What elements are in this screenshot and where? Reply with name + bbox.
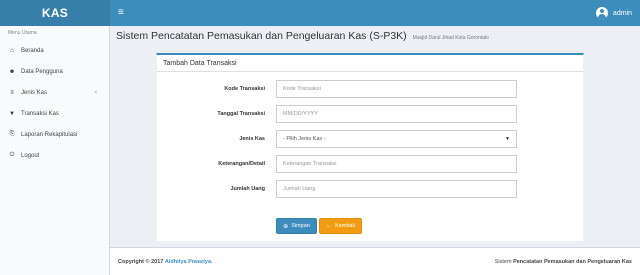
jumlah-uang-input[interactable]: Jumlah Uang bbox=[276, 180, 517, 198]
kode-transaksi-input[interactable]: Kode Transaksi bbox=[276, 80, 517, 98]
sidebar-header: Menu Utama bbox=[8, 30, 37, 36]
main-content: Sistem Pencatatan Pemasukan dan Pengelua… bbox=[110, 26, 640, 247]
sidebar-item-jenis-kas[interactable]: ≡ Jenis Kas ‹ bbox=[0, 82, 109, 103]
sidebar-item-data-pengguna[interactable]: ☻ Data Pengguna bbox=[0, 61, 109, 82]
user-menu[interactable]: admin bbox=[595, 7, 632, 19]
page-subtitle: Masjid Darul Jihad Kota Gorontalo bbox=[412, 35, 489, 41]
sidebar-item-beranda[interactable]: ⌂ Beranda bbox=[0, 40, 109, 61]
user-avatar-icon bbox=[595, 7, 608, 19]
tanggal-transaksi-input[interactable]: MM/DD/YYYY bbox=[276, 105, 517, 123]
save-button[interactable]: ⊗ Simpan bbox=[276, 218, 317, 234]
form-row-tanggal: Tanggal Transaksi MM/DD/YYYY bbox=[157, 105, 585, 123]
sidebar: Menu Utama ⌂ Beranda ☻ Data Pengguna ≡ J… bbox=[0, 26, 110, 275]
footer-right-title: Pencatatan Pemasukan dan Pengeluaran Kas bbox=[513, 258, 632, 265]
copyright-text: Copyright © 2017 bbox=[118, 258, 164, 265]
sidebar-item-transaksi-kas[interactable]: ▼ Transaksi Kas bbox=[0, 103, 109, 124]
footer-left: Copyright © 2017 Aldhitya Prasetya. bbox=[118, 259, 213, 265]
save-icon: ⊗ bbox=[283, 223, 289, 230]
back-button-label: Kembali bbox=[335, 223, 355, 229]
sidebar-item-label: Laporan Rekapitulasi bbox=[21, 131, 78, 138]
back-button[interactable]: ← Kembali bbox=[319, 218, 362, 234]
sidebar-item-logout[interactable]: ⏻ Logout bbox=[0, 145, 109, 166]
form-box: Tambah Data Transaksi Kode Transaksi Kod… bbox=[156, 53, 584, 241]
jumlah-uang-label: Jumlah Uang bbox=[230, 186, 265, 192]
footer: Copyright © 2017 Aldhitya Prasetya. Sist… bbox=[110, 247, 640, 275]
chevron-left-icon: ‹ bbox=[95, 89, 97, 96]
list-icon: ≡ bbox=[10, 89, 14, 96]
keterangan-input[interactable]: Keterangan Transaksi bbox=[276, 155, 517, 173]
top-navbar: KAS ≡ admin bbox=[0, 0, 640, 26]
footer-right-prefix: Sistem bbox=[494, 258, 512, 265]
footer-right: Sistem Pencatatan Pemasukan dan Pengelua… bbox=[495, 259, 632, 265]
form-row-kode: Kode Transaksi Kode Transaksi bbox=[157, 80, 585, 98]
dropdown-caret-icon: ▼ bbox=[505, 136, 510, 142]
app-logo[interactable]: KAS bbox=[0, 0, 110, 26]
filter-icon: ▼ bbox=[9, 110, 15, 117]
sidebar-item-label: Jenis Kas bbox=[21, 89, 48, 96]
form-title: Tambah Data Transaksi bbox=[157, 55, 583, 72]
jenis-kas-select[interactable]: - Pilih Jenis Kas - ▼ bbox=[276, 130, 517, 148]
page-title: Sistem Pencatatan Pemasukan dan Pengelua… bbox=[116, 30, 407, 42]
save-button-label: Simpan bbox=[291, 223, 310, 229]
sidebar-item-label: Beranda bbox=[21, 47, 44, 54]
users-icon: ☻ bbox=[8, 68, 16, 75]
form-row-jenis-kas: Jenis Kas - Pilih Jenis Kas - ▼ bbox=[157, 130, 585, 148]
page-header: Sistem Pencatatan Pemasukan dan Pengelua… bbox=[116, 30, 489, 42]
tanggal-transaksi-label: Tanggal Transaksi bbox=[217, 111, 265, 117]
sidebar-item-label: Logout bbox=[21, 152, 40, 159]
home-icon: ⌂ bbox=[10, 47, 14, 54]
kode-transaksi-label: Kode Transaksi bbox=[224, 86, 265, 92]
jenis-kas-selected-value: - Pilih Jenis Kas - bbox=[283, 136, 326, 142]
arrow-left-icon: ← bbox=[326, 223, 333, 229]
keterangan-label: Keterangan/Detail bbox=[218, 161, 265, 167]
author-link[interactable]: Aldhitya Prasetya. bbox=[165, 259, 213, 265]
sidebar-item-label: Data Pengguna bbox=[21, 68, 63, 75]
sidebar-item-label: Transaksi Kas bbox=[21, 110, 59, 117]
form-row-keterangan: Keterangan/Detail Keterangan Transaksi bbox=[157, 155, 585, 173]
username-label: admin bbox=[612, 9, 632, 17]
power-icon: ⏻ bbox=[9, 152, 15, 158]
report-icon: ⎘ bbox=[9, 131, 15, 137]
sidebar-item-laporan-rekapitulasi[interactable]: ⎘ Laporan Rekapitulasi bbox=[0, 124, 109, 145]
jenis-kas-label: Jenis Kas bbox=[239, 136, 265, 142]
menu-toggle-icon[interactable]: ≡ bbox=[118, 8, 124, 18]
navbar-main: ≡ admin bbox=[110, 0, 640, 26]
form-row-jumlah: Jumlah Uang Jumlah Uang bbox=[157, 180, 585, 198]
